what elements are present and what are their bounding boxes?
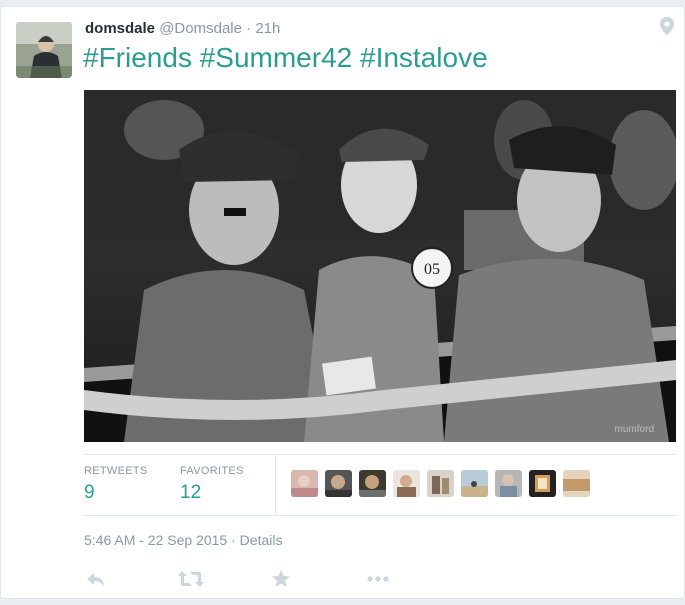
user-fullname[interactable]: domsdale bbox=[85, 20, 155, 37]
avatar[interactable] bbox=[16, 22, 72, 78]
map-pin-icon[interactable] bbox=[660, 17, 674, 35]
tweet-header: domsdale @Domsdale · 21h bbox=[85, 19, 280, 39]
meta-separator: · bbox=[231, 532, 236, 548]
reply-icon[interactable] bbox=[86, 569, 106, 589]
favorite-star-icon[interactable] bbox=[271, 569, 291, 589]
retweets-label: RETWEETS bbox=[84, 465, 148, 477]
favoriter-avatar[interactable] bbox=[495, 470, 522, 497]
favoriter-avatar[interactable] bbox=[461, 470, 488, 497]
badge-number: 05 bbox=[424, 261, 440, 278]
favorites-stat[interactable]: FAVORITES 12 bbox=[180, 464, 244, 504]
favorites-label: FAVORITES bbox=[180, 465, 244, 477]
tweet-actions bbox=[84, 569, 404, 589]
tweet-photo[interactable]: 05 mumford bbox=[84, 90, 676, 442]
favoriter-avatar[interactable] bbox=[359, 470, 386, 497]
header-separator: · bbox=[246, 20, 252, 37]
image-watermark: mumford bbox=[615, 424, 654, 435]
tweet-meta: 5:46 AM - 22 Sep 2015 · Details bbox=[84, 532, 282, 548]
retweets-stat[interactable]: RETWEETS 9 bbox=[84, 464, 148, 504]
retweet-icon[interactable] bbox=[178, 569, 204, 589]
user-handle[interactable]: @Domsdale bbox=[159, 20, 242, 37]
details-link[interactable]: Details bbox=[240, 532, 283, 548]
favoriter-avatar[interactable] bbox=[291, 470, 318, 497]
stats-divider bbox=[275, 455, 276, 515]
favoriter-avatar[interactable] bbox=[325, 470, 352, 497]
tweet-card: domsdale @Domsdale · 21h #Friends #Summe… bbox=[0, 6, 685, 599]
favoriter-avatar[interactable] bbox=[393, 470, 420, 497]
tweet-timestamp[interactable]: 21h bbox=[255, 20, 280, 37]
tweet-datetime[interactable]: 5:46 AM - 22 Sep 2015 bbox=[84, 532, 227, 548]
tweet-stats: RETWEETS 9 FAVORITES 12 bbox=[84, 454, 676, 516]
retweets-count: 9 bbox=[84, 482, 95, 503]
favorites-count: 12 bbox=[180, 482, 202, 503]
tweet-text: #Friends #Summer42 #Instalove bbox=[83, 42, 488, 73]
favoriter-avatar[interactable] bbox=[427, 470, 454, 497]
more-icon[interactable] bbox=[366, 569, 390, 589]
favoriter-avatar[interactable] bbox=[563, 470, 590, 497]
favoriter-avatar[interactable] bbox=[529, 470, 556, 497]
